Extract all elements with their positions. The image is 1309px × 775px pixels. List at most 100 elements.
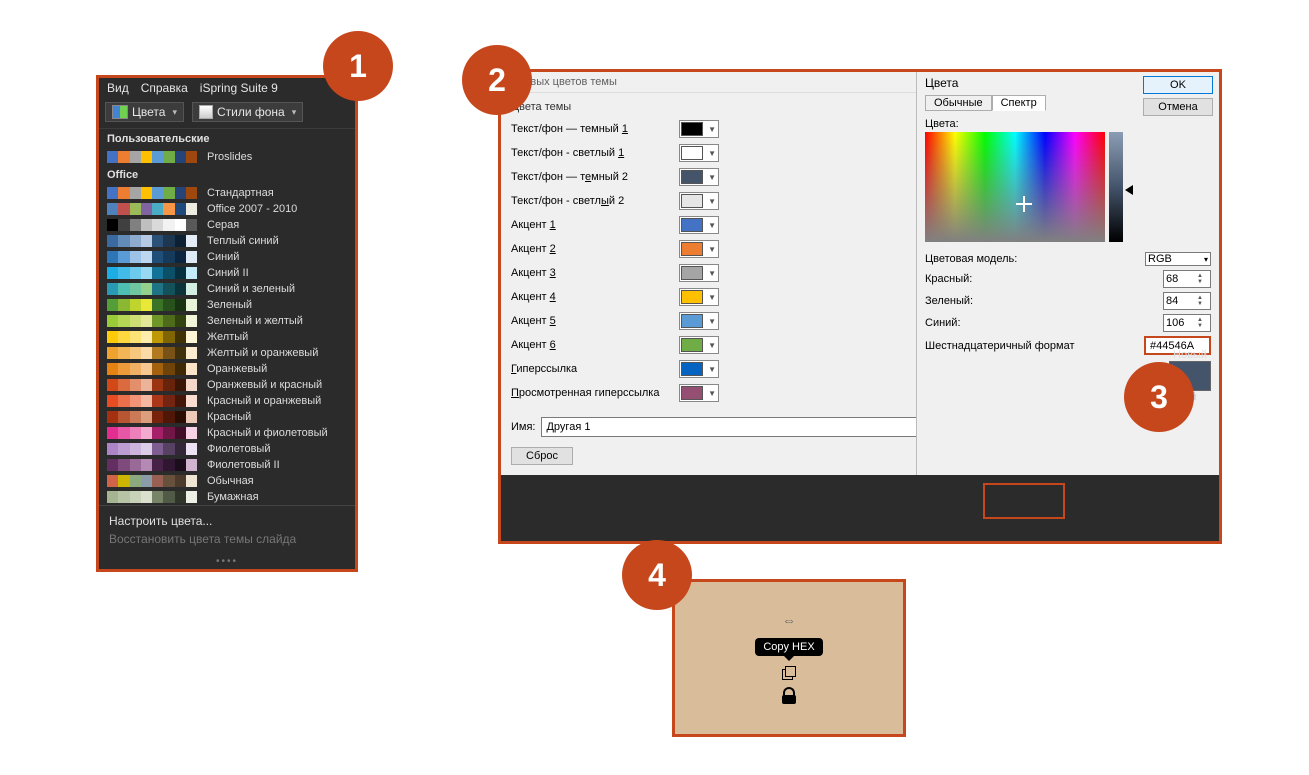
menu-help[interactable]: Справка xyxy=(141,81,188,95)
theme-label: Оранжевый xyxy=(207,363,267,375)
theme-row[interactable]: Обычная xyxy=(99,473,355,489)
color-picker-button[interactable]: ▼ xyxy=(679,264,719,282)
color-picker-button[interactable]: ▼ xyxy=(679,360,719,378)
color-picker-button[interactable]: ▼ xyxy=(679,288,719,306)
swatch-strip xyxy=(107,491,197,503)
theme-row[interactable]: Красный и фиолетовый xyxy=(99,425,355,441)
gradient-cursor-icon[interactable] xyxy=(1019,199,1029,209)
slot-label: Текст/фон — темный 1 xyxy=(511,123,671,135)
cancel-button[interactable]: Отмена xyxy=(1143,98,1213,116)
slide-background xyxy=(501,475,1219,541)
red-stepper[interactable]: ▲▼ xyxy=(1163,270,1211,288)
theme-row[interactable]: Синий xyxy=(99,249,355,265)
palette-icon xyxy=(112,105,128,119)
theme-row[interactable]: Оранжевый и красный xyxy=(99,377,355,393)
customize-colors-link[interactable]: Настроить цвета... xyxy=(109,512,345,530)
menu-view[interactable]: Вид xyxy=(107,81,129,95)
colors-button[interactable]: Цвета xyxy=(105,102,184,122)
ribbon-row: Цвета Стили фона xyxy=(99,98,355,129)
resize-handle-icon[interactable]: ⇔ xyxy=(782,612,796,628)
group-user-header: Пользовательские xyxy=(99,129,355,149)
theme-row[interactable]: Синий и зеленый xyxy=(99,281,355,297)
color-chip xyxy=(681,362,703,376)
blue-input[interactable] xyxy=(1164,317,1196,329)
red-input[interactable] xyxy=(1164,273,1196,285)
chevron-down-icon: ▼ xyxy=(708,365,716,374)
swatch-strip xyxy=(107,443,197,455)
copy-icon[interactable] xyxy=(782,666,796,680)
green-input[interactable] xyxy=(1164,295,1196,307)
color-gradient[interactable] xyxy=(925,132,1105,242)
reset-button[interactable]: Сброс xyxy=(511,447,573,465)
resize-grip[interactable]: •••• xyxy=(99,554,355,569)
theme-row[interactable]: Стандартная xyxy=(99,185,355,201)
theme-row[interactable]: Зеленый xyxy=(99,297,355,313)
green-stepper[interactable]: ▲▼ xyxy=(1163,292,1211,310)
color-model-value: RGB xyxy=(1148,253,1172,265)
theme-label: Proslides xyxy=(207,151,252,163)
theme-row[interactable]: Серая xyxy=(99,217,355,233)
luminance-bar[interactable] xyxy=(1109,132,1123,242)
slot-label: Акцент 3 xyxy=(511,267,671,279)
chevron-down-icon: ▼ xyxy=(708,317,716,326)
menubar: Вид Справка iSpring Suite 9 xyxy=(99,78,355,98)
color-picker-button[interactable]: ▼ xyxy=(679,240,719,258)
luminance-arrow-icon[interactable] xyxy=(1125,185,1133,195)
color-picker-button[interactable]: ▼ xyxy=(679,384,719,402)
color-chip xyxy=(681,266,703,280)
lock-icon[interactable] xyxy=(782,690,796,704)
blue-stepper[interactable]: ▲▼ xyxy=(1163,314,1211,332)
color-picker-button[interactable]: ▼ xyxy=(679,336,719,354)
theme-row[interactable]: Зеленый и желтый xyxy=(99,313,355,329)
chevron-down-icon: ▼ xyxy=(708,341,716,350)
color-picker-button[interactable]: ▼ xyxy=(679,168,719,186)
theme-row[interactable]: Красный и оранжевый xyxy=(99,393,355,409)
theme-row[interactable]: Фиолетовый xyxy=(99,441,355,457)
theme-row[interactable]: Синий II xyxy=(99,265,355,281)
theme-row[interactable]: Office 2007 - 2010 xyxy=(99,201,355,217)
group-office-header: Office xyxy=(99,165,355,185)
color-picker-button[interactable]: ▼ xyxy=(679,192,719,210)
tab-standard[interactable]: Обычные xyxy=(925,95,992,111)
swatch-strip xyxy=(107,315,197,327)
theme-row[interactable]: Бумажная xyxy=(99,489,355,505)
theme-label: Бумажная xyxy=(207,491,259,503)
selected-shape-outline xyxy=(983,483,1065,519)
hex-label: Шестнадцатеричный формат xyxy=(925,340,1075,352)
ok-button[interactable]: OK xyxy=(1143,76,1213,94)
swatch-strip xyxy=(107,427,197,439)
theme-label: Фиолетовый xyxy=(207,443,270,455)
theme-row[interactable]: Оранжевый xyxy=(99,361,355,377)
color-picker-button[interactable]: ▼ xyxy=(679,144,719,162)
badge-4: 4 xyxy=(622,540,692,610)
color-picker-button[interactable]: ▼ xyxy=(679,120,719,138)
slot-label: Текст/фон - светлый 2 xyxy=(511,195,671,207)
color-chip xyxy=(681,242,703,256)
slot-label: Акцент 1 xyxy=(511,219,671,231)
swatch-strip xyxy=(107,219,197,231)
theme-row[interactable]: Теплый синий xyxy=(99,233,355,249)
theme-row[interactable]: Фиолетовый II xyxy=(99,457,355,473)
theme-row[interactable]: Proslides xyxy=(99,149,355,165)
theme-label: Зеленый и желтый xyxy=(207,315,303,327)
theme-label: Синий II xyxy=(207,267,249,279)
chevron-down-icon: ▼ xyxy=(708,221,716,230)
tab-spectrum[interactable]: Спектр xyxy=(992,95,1046,111)
theme-label: Красный и оранжевый xyxy=(207,395,321,407)
menu-ispring[interactable]: iSpring Suite 9 xyxy=(200,81,278,95)
color-picker-button[interactable]: ▼ xyxy=(679,216,719,234)
color-model-select[interactable]: RGB ▾ xyxy=(1145,252,1211,266)
slot-label: Текст/фон — темный 2 xyxy=(511,171,671,183)
bg-styles-label: Стили фона xyxy=(217,105,285,119)
swatch-strip xyxy=(107,475,197,487)
swatch-strip xyxy=(107,203,197,215)
bg-styles-button[interactable]: Стили фона xyxy=(192,102,303,122)
theme-row[interactable]: Желтый и оранжевый xyxy=(99,345,355,361)
theme-row[interactable]: Красный xyxy=(99,409,355,425)
color-picker-button[interactable]: ▼ xyxy=(679,312,719,330)
color-chip xyxy=(681,146,703,160)
swatch-strip xyxy=(107,235,197,247)
theme-label: Желтый xyxy=(207,331,248,343)
theme-row[interactable]: Желтый xyxy=(99,329,355,345)
chevron-down-icon: ▼ xyxy=(708,197,716,206)
